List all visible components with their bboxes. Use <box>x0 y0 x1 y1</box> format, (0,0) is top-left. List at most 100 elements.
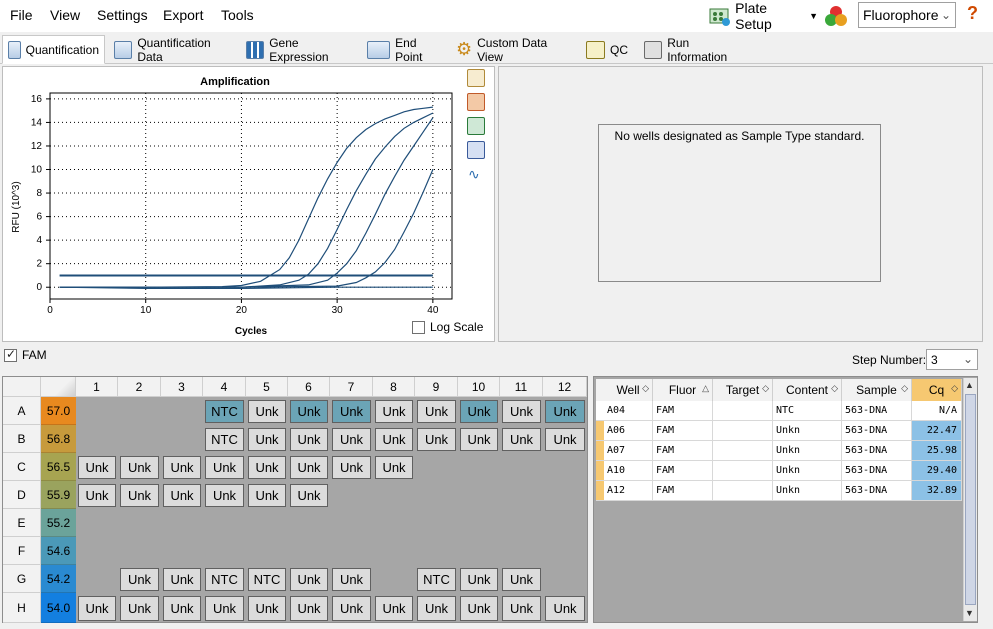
plate-well[interactable]: Unk <box>375 596 413 621</box>
tab-quantification-data[interactable]: Quantification Data <box>108 35 236 64</box>
results-cell[interactable] <box>713 461 773 481</box>
results-cell[interactable]: A12 <box>604 481 653 501</box>
results-cell[interactable]: Unkn <box>773 481 842 501</box>
menu-export[interactable]: Export <box>163 7 203 23</box>
log-scale-box[interactable] <box>412 320 425 334</box>
plate-well[interactable]: Unk <box>332 428 371 451</box>
results-cell[interactable]: A10 <box>604 461 653 481</box>
results-cell[interactable]: A06 <box>604 421 653 441</box>
plate-row-header[interactable]: G <box>3 565 41 593</box>
tab-qc[interactable]: QC <box>580 35 634 64</box>
row-selector[interactable] <box>596 461 604 481</box>
row-selector[interactable] <box>596 421 604 441</box>
plate-well[interactable]: NTC <box>205 428 244 451</box>
plate-well[interactable]: Unk <box>205 596 244 621</box>
results-column-header[interactable]: Target ◇ <box>713 379 773 401</box>
fluorophore-colors-icon[interactable] <box>822 3 850 29</box>
menu-tools[interactable]: Tools <box>221 7 254 23</box>
fluorophore-select[interactable]: Fluorophore ⌄ <box>858 2 956 28</box>
plate-row-header[interactable]: E <box>3 509 41 537</box>
fam-filter[interactable]: FAM <box>4 347 47 362</box>
plate-well[interactable]: NTC <box>248 568 286 591</box>
plate-well[interactable]: Unk <box>417 596 456 621</box>
row-selector[interactable] <box>596 401 604 421</box>
results-column-header[interactable]: Well ◇ <box>604 379 653 401</box>
results-cell[interactable]: FAM <box>653 481 713 501</box>
plate-column-header[interactable]: 6 <box>288 377 330 397</box>
results-column-header[interactable]: Content ◇ <box>773 379 842 401</box>
menu-file[interactable]: File <box>10 7 33 23</box>
help-icon[interactable]: ? <box>967 3 978 24</box>
plate-well[interactable]: Unk <box>163 568 201 591</box>
plate-well[interactable]: Unk <box>120 484 159 507</box>
plate-well[interactable]: Unk <box>502 400 541 423</box>
results-cell[interactable]: NTC <box>773 401 842 421</box>
plate-well[interactable]: Unk <box>290 456 328 479</box>
results-cell[interactable]: N/A <box>912 401 962 421</box>
tab-run-information[interactable]: Run Information <box>638 35 750 64</box>
results-cell[interactable] <box>713 441 773 461</box>
sort-icon[interactable]: ◇ <box>831 383 838 394</box>
plate-well[interactable]: Unk <box>78 456 116 479</box>
results-cell[interactable] <box>713 401 773 421</box>
results-column-header[interactable]: Fluor △ <box>653 379 713 401</box>
plate-well[interactable]: NTC <box>205 568 244 591</box>
results-cell[interactable]: 22.47 <box>912 421 962 441</box>
plate-row-header[interactable]: H <box>3 593 41 623</box>
plate-well[interactable]: Unk <box>163 596 201 621</box>
plate-column-header[interactable]: 2 <box>118 377 161 397</box>
plate-well[interactable]: Unk <box>248 400 286 423</box>
copy-icon[interactable] <box>467 69 485 87</box>
results-cell[interactable]: FAM <box>653 421 713 441</box>
amplification-chart[interactable]: Amplification Cycles RFU (10^3) 0 10 20 30 4… <box>3 67 496 343</box>
results-cell[interactable]: Unkn <box>773 461 842 481</box>
results-column-header[interactable]: Cq ◇ <box>912 379 962 401</box>
plate-well[interactable]: Unk <box>502 428 541 451</box>
plate-well[interactable]: Unk <box>163 484 201 507</box>
plate-well[interactable]: Unk <box>460 596 498 621</box>
step-number-select[interactable]: 3 ⌄ <box>926 349 978 370</box>
plate-column-header[interactable]: 3 <box>161 377 203 397</box>
plate-well[interactable]: Unk <box>460 568 498 591</box>
curve-fit-icon[interactable]: ∿ <box>467 165 485 183</box>
plate-well[interactable]: Unk <box>502 568 541 591</box>
results-cell[interactable]: 563-DNA <box>842 481 912 501</box>
plate-well[interactable]: Unk <box>375 428 413 451</box>
results-cell[interactable]: A07 <box>604 441 653 461</box>
results-cell[interactable]: 25.98 <box>912 441 962 461</box>
plate-well[interactable]: Unk <box>120 456 159 479</box>
plate-well[interactable]: Unk <box>205 456 244 479</box>
plate-well[interactable]: Unk <box>248 456 286 479</box>
plate-well[interactable]: Unk <box>78 484 116 507</box>
tab-custom-data-view[interactable]: ⚙ Custom Data View <box>450 35 576 64</box>
plate-column-header[interactable]: 4 <box>203 377 246 397</box>
plate-well[interactable]: Unk <box>460 400 498 423</box>
results-cell[interactable] <box>713 421 773 441</box>
row-selector[interactable] <box>596 481 604 501</box>
plate-well[interactable]: Unk <box>290 400 328 423</box>
results-cell[interactable]: 563-DNA <box>842 401 912 421</box>
results-cell[interactable]: A04 <box>604 401 653 421</box>
results-cell[interactable]: 32.89 <box>912 481 962 501</box>
results-column-header[interactable]: Sample ◇ <box>842 379 912 401</box>
plate-well[interactable]: Unk <box>248 428 286 451</box>
export-chart-icon[interactable] <box>467 117 485 135</box>
plate-well[interactable]: Unk <box>120 568 159 591</box>
plate-well[interactable]: Unk <box>332 596 371 621</box>
sort-icon[interactable]: △ <box>702 383 709 394</box>
zoom-chart-icon[interactable] <box>467 141 485 159</box>
results-cell[interactable]: 563-DNA <box>842 441 912 461</box>
plate-well[interactable]: Unk <box>163 456 201 479</box>
tab-quantification[interactable]: Quantification <box>2 35 105 64</box>
results-cell[interactable]: FAM <box>653 461 713 481</box>
tab-end-point[interactable]: End Point <box>361 35 447 64</box>
plate-well[interactable]: Unk <box>545 596 585 621</box>
results-cell[interactable]: FAM <box>653 441 713 461</box>
plate-well[interactable]: NTC <box>205 400 244 423</box>
plate-well[interactable]: Unk <box>417 428 456 451</box>
plate-well[interactable]: Unk <box>545 400 585 423</box>
plate-well[interactable]: Unk <box>290 596 328 621</box>
plate-corner[interactable] <box>3 377 41 397</box>
plate-well[interactable]: Unk <box>545 428 585 451</box>
results-cell[interactable]: FAM <box>653 401 713 421</box>
